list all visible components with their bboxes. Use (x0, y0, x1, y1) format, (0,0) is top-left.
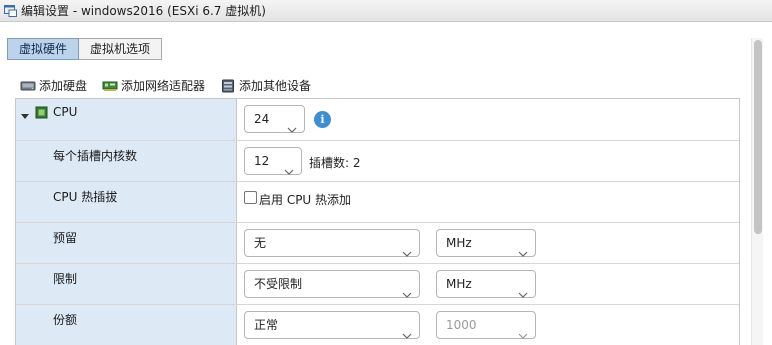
cpu-hot-add-label[interactable]: 启用 CPU 热添加 (259, 191, 351, 208)
limit-value-cell: 不受限制 MHz (238, 264, 739, 304)
tab-vm-options[interactable]: 虚拟机选项 (79, 38, 163, 60)
cpu-chip-icon (35, 106, 48, 119)
reservation-value-cell: 无 MHz (238, 223, 739, 263)
cpu-label: CPU (53, 105, 78, 119)
shares-number-select: 1000 (436, 311, 536, 339)
add-nic-label: 添加网络适配器 (121, 79, 206, 93)
shares-value: 正常 (254, 318, 279, 332)
info-icon[interactable]: i (314, 111, 331, 128)
reservation-label: 预留 (53, 231, 78, 245)
cores-label-cell: 每个插槽内核数 (16, 141, 237, 181)
limit-row: 限制 不受限制 MHz (16, 264, 739, 305)
cpu-hot-add-checkbox[interactable] (244, 191, 257, 204)
hotplug-value-cell: 启用 CPU 热添加 (238, 182, 739, 222)
reservation-value: 无 (254, 236, 267, 250)
add-nic-button[interactable]: 添加网络适配器 (102, 77, 205, 94)
cpu-hotplug-label: CPU 热插拔 (53, 190, 118, 204)
chevron-down-icon (518, 322, 528, 339)
limit-unit-select[interactable]: MHz (436, 270, 536, 298)
chevron-down-icon (402, 281, 412, 298)
hard-disk-icon (20, 79, 36, 93)
cores-per-socket-row: 每个插槽内核数 12 插槽数: 2 (16, 141, 739, 182)
hardware-toolbar: 添加硬盘 添加网络适配器 添加其他设备 (20, 77, 326, 94)
limit-value: 不受限制 (254, 277, 303, 291)
scrollbar-thumb[interactable] (754, 40, 762, 234)
reservation-row: 预留 无 MHz (16, 223, 739, 264)
cores-per-socket-value: 12 (254, 154, 270, 168)
vertical-scrollbar[interactable] (751, 38, 763, 345)
shares-row: 份额 正常 1000 (16, 305, 739, 345)
chevron-down-icon (518, 281, 528, 298)
add-other-device-button[interactable]: 添加其他设备 (220, 77, 311, 94)
chevron-down-icon (287, 116, 297, 133)
expand-triangle-icon[interactable] (21, 109, 29, 119)
chevron-down-icon (402, 240, 412, 257)
cpu-count-select[interactable]: 24 (244, 105, 305, 133)
chevron-down-icon (284, 158, 294, 175)
cores-value-cell: 12 插槽数: 2 (238, 141, 739, 181)
cpu-row: CPU 24 i (16, 99, 739, 141)
hotplug-label-cell: CPU 热插拔 (16, 182, 237, 222)
window-titlebar: 编辑设置 - windows2016 (ESXi 6.7 虚拟机) (0, 0, 772, 22)
network-adapter-icon (102, 79, 118, 93)
add-other-device-label: 添加其他设备 (239, 79, 312, 93)
shares-select[interactable]: 正常 (244, 311, 420, 339)
window-title: 编辑设置 - windows2016 (ESXi 6.7 虚拟机) (21, 4, 266, 18)
tab-bar: 虚拟硬件 虚拟机选项 (7, 38, 163, 60)
cpu-count-value: 24 (254, 112, 270, 126)
device-icon (220, 79, 236, 93)
sockets-count-text: 插槽数: 2 (309, 156, 361, 170)
limit-label: 限制 (53, 272, 78, 286)
chevron-down-icon (518, 240, 528, 257)
cpu-hotplug-row: CPU 热插拔 启用 CPU 热添加 (16, 182, 739, 223)
cores-per-socket-label: 每个插槽内核数 (53, 149, 138, 163)
hardware-settings-table: CPU 24 i 每个插槽内核数 12 插槽数: 2 CPU 热插拔 启用 CP… (15, 98, 740, 345)
limit-select[interactable]: 不受限制 (244, 270, 420, 298)
add-disk-label: 添加硬盘 (39, 79, 88, 93)
limit-label-cell: 限制 (16, 264, 237, 304)
reservation-unit-value: MHz (446, 236, 472, 250)
shares-label: 份额 (53, 313, 78, 327)
shares-number-value: 1000 (446, 318, 477, 332)
reservation-unit-select[interactable]: MHz (436, 229, 536, 257)
reservation-select[interactable]: 无 (244, 229, 420, 257)
reservation-label-cell: 预留 (16, 223, 237, 263)
chevron-down-icon (402, 322, 412, 339)
limit-unit-value: MHz (446, 277, 472, 291)
tab-virtual-hardware[interactable]: 虚拟硬件 (7, 38, 80, 60)
cores-per-socket-select[interactable]: 12 (244, 147, 302, 175)
cpu-value-cell: 24 i (238, 99, 739, 140)
shares-value-cell: 正常 1000 (238, 305, 739, 345)
add-disk-button[interactable]: 添加硬盘 (20, 77, 87, 94)
cpu-label-cell: CPU (16, 99, 237, 140)
vm-settings-icon (4, 4, 17, 17)
shares-label-cell: 份额 (16, 305, 237, 345)
